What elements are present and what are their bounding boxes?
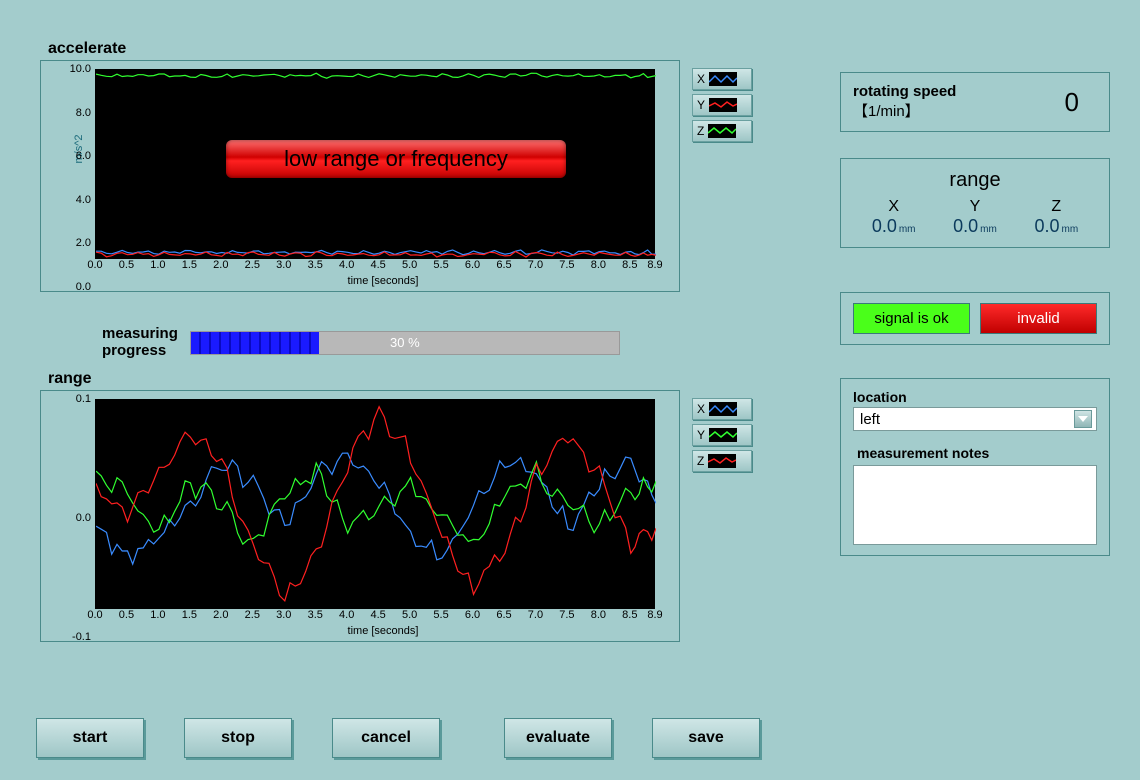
accelerate-xlabel: time [seconds]: [95, 275, 671, 287]
legend-y: Y: [692, 94, 752, 116]
range-col-y: Y 0.0mm: [953, 198, 997, 237]
progress-text: 30 %: [191, 335, 619, 350]
accelerate-yticks: 10.0 8.0 6.0 4.0 2.0 0.0: [57, 69, 95, 287]
notes-label: measurement notes: [857, 445, 1097, 461]
range-xlabel: time [seconds]: [95, 625, 671, 637]
status-ok: signal is ok: [853, 303, 970, 334]
evaluate-button[interactable]: evaluate: [504, 718, 612, 758]
range-col-x: X 0.0mm: [872, 198, 916, 237]
status-panel: signal is ok invalid: [840, 292, 1110, 345]
cancel-button[interactable]: cancel: [332, 718, 440, 758]
range-panel: range 0.1 0.0 -0.1 0.00.51.01.52.02.53.0…: [40, 370, 680, 642]
range-col-z: Z 0.0mm: [1034, 198, 1078, 237]
chevron-down-icon[interactable]: [1074, 410, 1092, 428]
range-panel-title: range: [853, 169, 1097, 192]
rotating-speed-panel: rotating speed 【1/min】 0: [840, 72, 1110, 132]
progress-row: measuringprogress 30 %: [102, 326, 620, 359]
start-button[interactable]: start: [36, 718, 144, 758]
accelerate-xticks: 0.00.51.01.52.02.53.03.54.04.55.05.56.06…: [95, 259, 655, 273]
range-title: range: [48, 370, 680, 388]
rotating-speed-label: rotating speed 【1/min】: [853, 83, 956, 121]
progress-label: measuringprogress: [102, 326, 178, 359]
accelerate-chart: low range or frequency: [95, 69, 655, 259]
accelerate-panel: accelerate m/s^2 10.0 8.0 6.0 4.0 2.0 0.…: [40, 40, 680, 292]
location-select[interactable]: left: [853, 407, 1097, 431]
notes-textarea[interactable]: [853, 465, 1097, 545]
legend-z-2: Z: [692, 450, 752, 472]
legend-z: Z: [692, 120, 752, 142]
stop-button[interactable]: stop: [184, 718, 292, 758]
range-chart: [95, 399, 655, 609]
range-values-panel: range X 0.0mm Y 0.0mm Z 0.0mm: [840, 158, 1110, 248]
button-row: start stop cancel evaluate save: [36, 718, 760, 758]
warning-banner: low range or frequency: [226, 140, 566, 178]
rotating-speed-value: 0: [1065, 87, 1079, 118]
save-button[interactable]: save: [652, 718, 760, 758]
status-invalid: invalid: [980, 303, 1097, 334]
range-xticks: 0.00.51.01.52.02.53.03.54.04.55.05.56.06…: [95, 609, 655, 623]
location-panel: location left measurement notes: [840, 378, 1110, 556]
legend-x-2: X: [692, 398, 752, 420]
range-yticks: 0.1 0.0 -0.1: [57, 399, 95, 637]
legend-x: X: [692, 68, 752, 90]
location-value: left: [860, 411, 880, 428]
legend-y-2: Y: [692, 424, 752, 446]
progress-bar: 30 %: [190, 331, 620, 355]
range-legend: X Y Z: [692, 398, 752, 472]
accelerate-legend: X Y Z: [692, 68, 752, 142]
location-label: location: [853, 389, 1097, 405]
accelerate-title: accelerate: [48, 40, 680, 58]
